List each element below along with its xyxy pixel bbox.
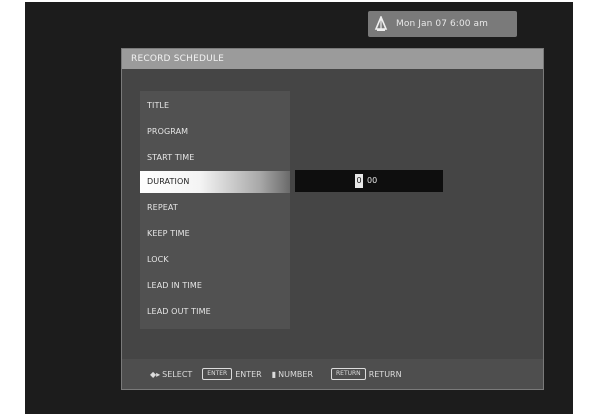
tv-antenna-icon [368,11,394,37]
number-hint: ▮ NUMBER [272,370,313,379]
menu-item-duration[interactable]: DURATION [140,171,290,193]
datetime-text: Mon Jan 07 6:00 am [396,19,489,29]
schedule-menu: TITLE PROGRAM START TIME DURATION REPEAT… [140,91,290,329]
record-schedule-dialog: RECORD SCHEDULE TITLE PROGRAM START TIME… [121,48,544,390]
enter-label: ENTER [235,369,262,379]
enter-hint: ENTER ENTER [202,368,262,380]
menu-item-title[interactable]: TITLE [140,95,290,117]
dialog-title: RECORD SCHEDULE [122,49,543,69]
tv-screen: Mon Jan 07 6:00 am RECORD SCHEDULE TITLE… [25,2,573,414]
return-hint: RETURN RETURN [331,368,402,380]
duration-value: 00 [367,176,378,185]
return-key-icon: RETURN [331,368,366,380]
select-label: SELECT [162,369,193,379]
menu-item-lead-in-time[interactable]: LEAD IN TIME [140,275,290,297]
menu-item-lead-out-time[interactable]: LEAD OUT TIME [140,301,290,323]
menu-item-program[interactable]: PROGRAM [140,121,290,143]
select-hint: ◆▸ SELECT [150,370,192,379]
button-guide: ◆▸ SELECT ENTER ENTER ▮ NUMBER RETURN RE… [122,359,543,389]
status-bar: Mon Jan 07 6:00 am [368,11,517,37]
edit-cursor: 0 [355,174,363,188]
duration-input[interactable]: 0 00 [295,170,443,192]
menu-item-lock[interactable]: LOCK [140,249,290,271]
menu-item-keep-time[interactable]: KEEP TIME [140,223,290,245]
number-label: NUMBER [278,369,313,379]
arrows-icon: ◆▸ [150,369,161,379]
menu-item-start-time[interactable]: START TIME [140,147,290,169]
menu-item-repeat[interactable]: REPEAT [140,197,290,219]
enter-key-icon: ENTER [202,368,233,380]
return-label: RETURN [368,369,402,379]
number-keys-icon: ▮ [271,369,277,379]
